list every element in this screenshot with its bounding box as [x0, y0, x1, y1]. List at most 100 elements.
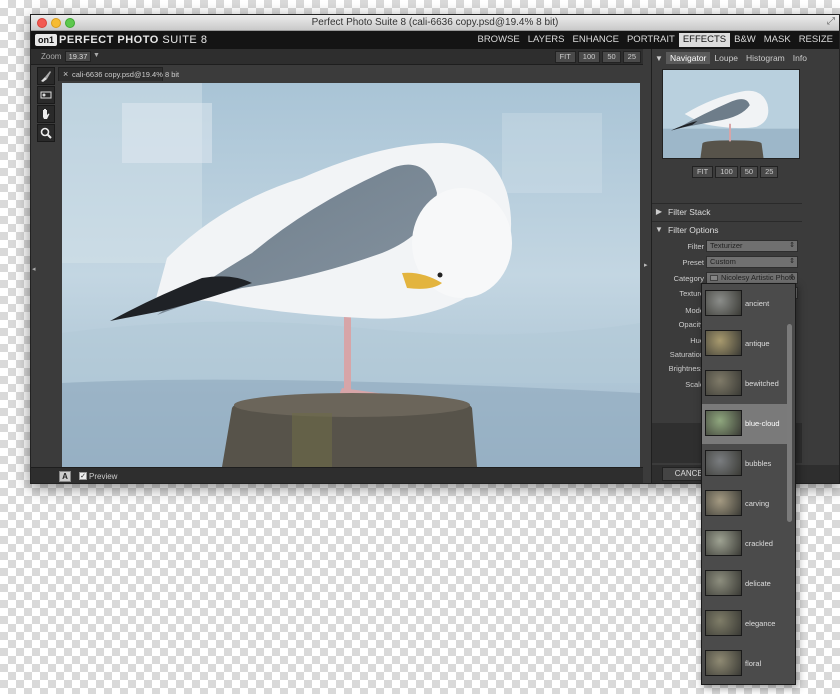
- texture-thumbnail: [705, 370, 742, 396]
- brightness-label: Brightness: [668, 364, 704, 373]
- updown-icon: ⇕: [789, 274, 795, 281]
- nav-25-button[interactable]: 25: [760, 166, 779, 178]
- module-portrait[interactable]: PORTRAIT: [623, 33, 679, 47]
- module-resize[interactable]: RESIZE: [795, 33, 837, 47]
- filter-stack-title: Filter Stack: [668, 207, 711, 217]
- tab-loupe[interactable]: Loupe: [710, 52, 742, 64]
- nav-100-button[interactable]: 100: [715, 166, 738, 178]
- texture-dropdown[interactable]: ancient antique bewitched blue-cloud bub…: [701, 283, 796, 685]
- filter-select[interactable]: Texturizer ⇕: [706, 240, 798, 252]
- hand-icon[interactable]: [37, 105, 55, 123]
- collapse-left-icon[interactable]: ◂: [32, 265, 36, 273]
- collapse-right-icon[interactable]: ▸: [644, 261, 648, 269]
- collapse-navigator-icon[interactable]: ▼: [652, 54, 666, 63]
- zoom-25-button[interactable]: 25: [622, 51, 641, 63]
- module-mask[interactable]: MASK: [760, 33, 795, 47]
- navigator-zoom-buttons: FIT 100 50 25: [692, 166, 779, 178]
- module-effects[interactable]: EFFECTS: [678, 33, 731, 47]
- tool-palette: [37, 67, 57, 143]
- close-tab-icon[interactable]: ×: [63, 69, 68, 79]
- preview-checkbox[interactable]: ✓: [79, 472, 87, 480]
- zoom-icon[interactable]: [37, 124, 55, 142]
- preset-value: Custom: [710, 257, 736, 266]
- module-layers[interactable]: LAYERS: [524, 33, 569, 47]
- tab-info[interactable]: Info: [789, 52, 811, 64]
- status-bar: A ✓ Preview: [31, 467, 643, 483]
- app-bar: on1 PERFECT PHOTO SUITE 8 BROWSE LAYERS …: [31, 31, 839, 49]
- document-tab-title: cali-6636 copy.psd@19.4% 8 bit: [72, 70, 180, 79]
- zoom-toolbar: Zoom 19.37 ▼ FIT 100 50 25: [31, 49, 643, 65]
- module-enhance[interactable]: ENHANCE: [569, 33, 623, 47]
- preview-label: Preview: [89, 472, 118, 481]
- texture-option-bubbles[interactable]: bubbles: [702, 444, 787, 484]
- app-brand: PERFECT PHOTO SUITE 8: [59, 34, 207, 46]
- photo-preview[interactable]: [62, 83, 640, 467]
- texture-option-crackled[interactable]: crackled: [702, 524, 787, 564]
- category-swatch: [710, 275, 718, 282]
- dropdown-scrollbar[interactable]: [787, 324, 792, 522]
- image-canvas[interactable]: [58, 81, 643, 467]
- tab-navigator[interactable]: Navigator: [666, 52, 711, 64]
- module-browse[interactable]: BROWSE: [473, 33, 523, 47]
- filter-row: Filter Texturizer ⇕: [652, 240, 802, 253]
- texture-option-label: delicate: [745, 579, 771, 588]
- category-value: Nicolesy Artistic Photo: [721, 273, 796, 282]
- window-title: Perfect Photo Suite 8 (cali-6636 copy.ps…: [311, 17, 559, 28]
- texture-option-label: crackled: [745, 539, 773, 548]
- title-bar: Perfect Photo Suite 8 (cali-6636 copy.ps…: [31, 15, 839, 31]
- filter-stack-section[interactable]: ▶ Filter Stack: [652, 203, 802, 219]
- texture-thumbnail: [705, 330, 742, 356]
- texture-option-delicate[interactable]: delicate: [702, 564, 787, 604]
- document-tab[interactable]: × cali-6636 copy.psd@19.4% 8 bit: [58, 67, 179, 81]
- zoom-label: Zoom: [41, 52, 62, 61]
- zoom-100-button[interactable]: 100: [577, 51, 601, 63]
- updown-icon: ⇕: [789, 242, 795, 249]
- texture-thumbnail: [705, 650, 742, 676]
- texture-option-elegance[interactable]: elegance: [702, 604, 787, 644]
- on1-logo: on1: [35, 34, 58, 46]
- texture-thumbnail: [705, 610, 742, 636]
- texture-option-label: floral: [745, 659, 762, 668]
- preset-select[interactable]: Custom ⇕: [706, 256, 798, 268]
- eraser-icon[interactable]: [37, 86, 55, 104]
- zoom-fit-button[interactable]: FIT: [554, 51, 576, 63]
- brand-bold: PERFECT PHOTO: [59, 34, 159, 46]
- compare-a-button[interactable]: A: [59, 471, 71, 482]
- navigator-thumbnail[interactable]: [662, 69, 800, 159]
- texture-option-floral[interactable]: floral: [702, 644, 787, 684]
- panel-tabs: ▼ Navigator Loupe Histogram Info: [652, 51, 839, 65]
- filter-options-section[interactable]: ▼ Filter Options: [652, 221, 802, 237]
- texture-option-carving[interactable]: carving: [702, 484, 787, 524]
- nav-50-button[interactable]: 50: [739, 166, 759, 178]
- texture-option-label: blue-cloud: [745, 419, 780, 428]
- texture-option-bewitched[interactable]: bewitched: [702, 364, 787, 404]
- texture-option-antique[interactable]: antique: [702, 324, 787, 364]
- texture-thumbnail: [705, 290, 742, 316]
- texture-option-ancient[interactable]: ancient: [702, 284, 787, 324]
- expand-filter-stack-icon[interactable]: ▶: [652, 207, 666, 216]
- fullscreen-icon[interactable]: ⤢: [827, 16, 835, 27]
- texture-thumbnail: [705, 570, 742, 596]
- texture-thumbnail: [705, 450, 742, 476]
- texture-thumbnail: [705, 490, 742, 516]
- texture-option-label: elegance: [745, 619, 776, 628]
- preset-row: Preset Custom ⇕: [652, 256, 802, 269]
- updown-icon: ⇕: [789, 258, 795, 265]
- texture-option-label: bewitched: [745, 379, 779, 388]
- module-bw[interactable]: B&W: [730, 33, 760, 47]
- texture-option-blue-cloud[interactable]: blue-cloud: [702, 404, 787, 444]
- tab-histogram[interactable]: Histogram: [742, 52, 789, 64]
- module-nav: BROWSE LAYERS ENHANCE PORTRAIT EFFECTS B…: [473, 33, 837, 47]
- preset-label: Preset: [682, 258, 704, 267]
- texture-thumbnail: [705, 530, 742, 556]
- brush-icon[interactable]: [37, 67, 55, 85]
- texture-thumbnail: [705, 410, 742, 436]
- brand-rest: SUITE 8: [158, 34, 208, 46]
- texture-option-label: ancient: [745, 299, 770, 308]
- zoom-dropdown-icon[interactable]: ▼: [93, 52, 100, 59]
- zoom-input[interactable]: 19.37: [65, 51, 91, 62]
- collapse-filter-options-icon[interactable]: ▼: [652, 225, 666, 234]
- nav-fit-button[interactable]: FIT: [692, 166, 714, 178]
- zoom-50-button[interactable]: 50: [602, 51, 621, 63]
- filter-options-title: Filter Options: [668, 225, 719, 235]
